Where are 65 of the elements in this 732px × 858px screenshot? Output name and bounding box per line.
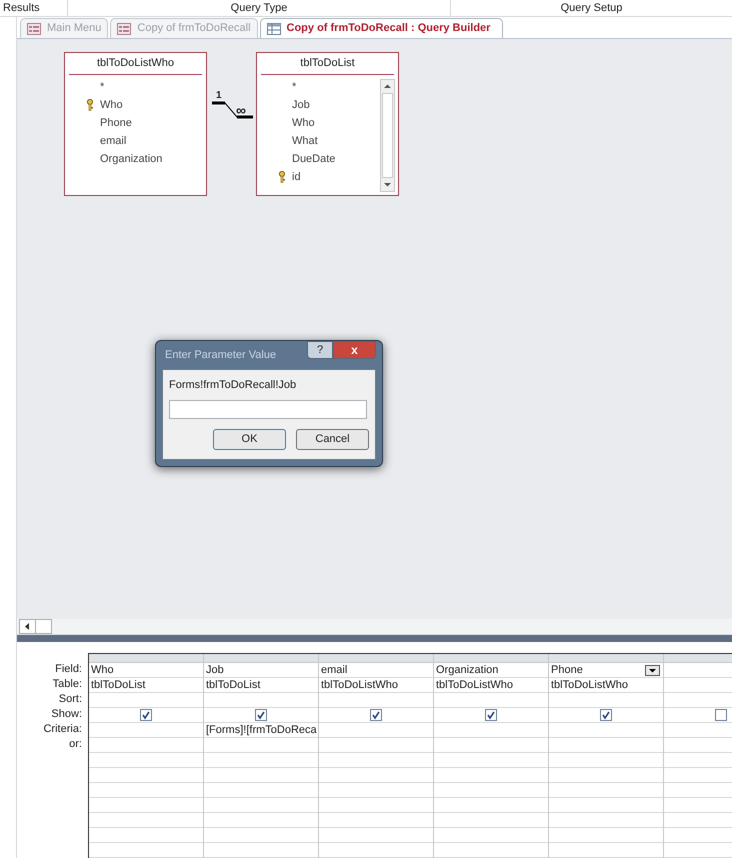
grid-cell[interactable]: tblToDoListWho [434,678,548,693]
table-title: tblToDoListWho [96,56,174,72]
grid-cell[interactable]: Job [204,663,318,678]
close-button[interactable]: x [333,341,376,359]
grid-row-label: Field: [55,662,82,678]
field-name[interactable]: Phone [100,114,132,132]
scrollbar[interactable] [380,79,395,192]
document-tab[interactable]: Copy of frmToDoRecall : Query Builder [260,18,504,38]
field-name[interactable]: What [292,132,318,150]
show-checkbox[interactable] [485,709,497,721]
table-grid-icon [266,22,281,35]
show-checkbox[interactable] [255,709,267,721]
field-name[interactable]: Who [292,114,315,132]
grid-cell[interactable]: tblToDoList [204,678,318,693]
table-title: tblToDoList [300,56,355,72]
ribbon-group-label: Query Type [230,0,288,16]
field-name[interactable]: Who [100,96,123,114]
field-name[interactable]: Job [292,96,310,114]
column-selector[interactable] [204,654,318,663]
many-side-label: ∞ [236,103,246,118]
show-checkbox[interactable] [370,709,382,721]
key-icon [278,171,286,184]
parameter-input-field[interactable] [169,400,367,418]
grid-cell[interactable]: tblToDoListWho [549,678,663,693]
column-selector[interactable] [434,654,548,663]
form-icon [117,22,132,35]
help-button[interactable]: ? [307,341,333,359]
key-icon [86,99,94,112]
grid-row-label: Show: [51,707,82,722]
dialog-button[interactable]: OK [213,428,286,450]
grid-cell[interactable]: tblToDoListWho [319,678,433,693]
grid-row-label: Sort: [58,692,82,708]
grid-row-label: Criteria: [43,722,82,738]
one-side-label: 1 [216,91,222,102]
grid-cell[interactable]: Who [89,663,203,678]
field-name[interactable]: * [100,78,104,96]
show-checkbox[interactable] [140,709,152,721]
grid-cell[interactable] [319,708,433,723]
grid-row-label: or: [69,737,82,752]
grid-cell[interactable]: Phone [549,663,663,678]
show-checkbox[interactable] [715,709,727,721]
dropdown-icon[interactable] [645,665,660,676]
grid-cell[interactable] [89,708,203,723]
parameter-prompt: Forms!frmToDoRecall!Job [169,378,298,393]
grid-cell[interactable]: email [319,663,433,678]
dialog-button[interactable]: Cancel [296,428,369,450]
grid-row-label: Table: [52,677,82,692]
dialog-title: Enter Parameter Value [164,348,276,363]
column-selector[interactable] [89,654,203,663]
grid-cell[interactable] [549,708,663,723]
grid-cell[interactable]: Organization [434,663,548,678]
show-checkbox[interactable] [600,709,612,721]
grid-cell[interactable] [204,708,318,723]
field-name[interactable]: DueDate [292,150,336,168]
grid-cell[interactable]: tblToDoList [89,678,203,693]
field-name[interactable]: Organization [100,150,162,168]
column-selector[interactable] [319,654,433,663]
grid-cell[interactable]: [Forms]![frmToDoReca [204,723,318,738]
ribbon-group-label: Results [3,0,40,16]
grid-cell[interactable] [434,708,548,723]
field-name[interactable]: email [100,132,126,150]
field-name[interactable]: * [292,78,296,96]
ribbon-group-label: Query Setup [560,0,622,16]
form-icon [27,22,41,35]
field-name[interactable]: id [292,168,301,186]
